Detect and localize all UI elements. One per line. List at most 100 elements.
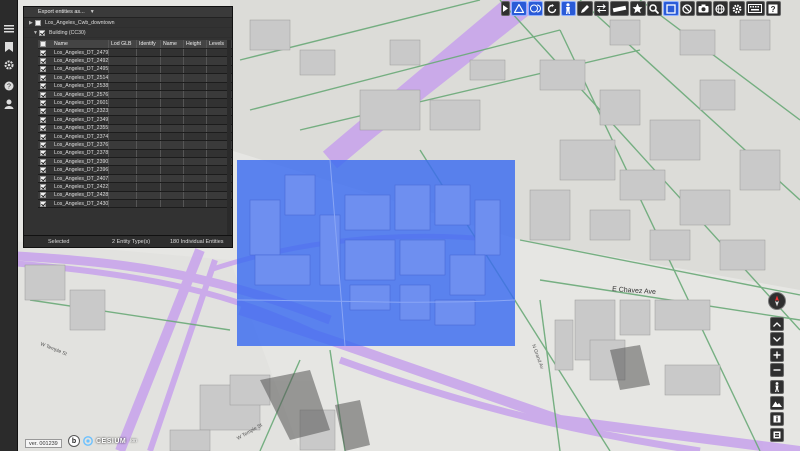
svg-text:?: ? [771,5,776,14]
table-row[interactable]: Los_Angeles_DT_2576 [38,90,232,100]
globe-icon[interactable] [712,1,728,16]
row-checkbox[interactable] [40,125,46,132]
column-header[interactable]: Identify [136,40,160,48]
keyboard-icon[interactable] [745,1,765,16]
table-scrollbar[interactable] [227,40,231,235]
pedestrian-icon[interactable] [770,380,784,394]
triangle-icon[interactable] [511,1,527,16]
info-icon[interactable] [770,412,784,426]
play-icon[interactable] [501,1,510,16]
table-row[interactable]: Los_Angeles_DT_2538 [38,82,232,91]
menu-icon[interactable] [2,22,16,36]
row-checkbox[interactable] [40,49,46,56]
entity-types-count: 2 Entity Type(s) [112,238,151,245]
row-checkbox[interactable] [40,108,46,115]
row-name: Los_Angeles_DT_2576 [54,91,108,98]
row-checkbox[interactable] [40,183,46,190]
row-checkbox[interactable] [40,167,46,174]
star-icon[interactable] [630,1,646,16]
layer-checkbox[interactable] [39,29,45,36]
camera-icon[interactable] [696,1,712,16]
column-header[interactable]: Height [183,40,206,48]
help-icon[interactable]: ? [2,79,16,93]
swap-icon[interactable] [593,1,609,16]
table-row[interactable]: Los_Angeles_DT_2407 [38,174,232,184]
ruler-icon[interactable] [610,1,629,16]
layer-checkbox[interactable] [35,19,41,26]
selection-status-bar: Selected 2 Entity Type(s) 180 Individual… [24,235,232,247]
column-header[interactable]: Lod GLB [108,40,136,48]
layer-name: Building (CC30) [49,29,86,36]
tilt-up-icon[interactable] [770,317,784,331]
row-checkbox[interactable] [40,74,46,81]
row-name: Los_Angeles_DT_2430 [54,200,108,207]
cesium-logo-text: CESIUM [96,437,127,445]
cesium-logo-icon [83,436,93,446]
row-name: Los_Angeles_DT_2390 [54,158,108,165]
select-box-icon[interactable] [663,1,679,16]
cancel-icon[interactable] [679,1,695,16]
export-dropdown[interactable]: Export entities as... ▼ [24,7,232,18]
row-checkbox[interactable] [40,175,46,182]
row-checkbox[interactable] [40,158,46,165]
gear-icon[interactable] [2,58,16,72]
row-checkbox[interactable] [40,150,46,157]
entity-count: 180 Individual Entities [170,238,224,245]
compass-icon[interactable] [768,292,786,310]
row-name: Los_Angeles_DT_2428 [54,192,108,199]
table-row[interactable]: Los_Angeles_DT_2479 [38,49,232,58]
row-checkbox[interactable] [40,133,46,140]
row-name: Los_Angeles_DT_2355 [54,125,108,132]
table-row[interactable]: Los_Angeles_DT_2396 [38,166,232,175]
table-row[interactable]: Los_Angeles_DT_2323 [38,107,232,117]
bookmark-icon[interactable] [2,40,16,54]
tilt-down-icon[interactable] [770,332,784,346]
row-checkbox[interactable] [40,91,46,98]
rotate-icon[interactable] [544,1,560,16]
table-header: Name Lod GLB Identify Name Height Levels [38,40,232,49]
row-checkbox[interactable] [40,100,46,107]
layer-row-building[interactable]: ▼ Building (CC30) [24,28,232,38]
help-icon[interactable]: ? [765,1,781,16]
table-row[interactable]: Los_Angeles_DT_2422 [38,183,232,192]
zoom-out-icon[interactable] [770,363,784,377]
cesium-logo[interactable]: b CESIUM ion [68,435,137,447]
layer-row-downtown[interactable]: ▶ Los_Angeles_Cwb_downtown [24,18,232,28]
table-row[interactable]: Los_Angeles_DT_2601 [38,99,232,108]
table-row[interactable]: Los_Angeles_DT_2355 [38,124,232,133]
terrain-icon[interactable] [770,396,784,410]
user-icon[interactable] [2,97,16,111]
table-row[interactable]: Los_Angeles_DT_2376 [38,141,232,150]
table-row[interactable]: Los_Angeles_DT_2378 [38,149,232,159]
row-checkbox[interactable] [40,141,46,148]
table-row[interactable]: Los_Angeles_DT_2428 [38,191,232,201]
table-row[interactable]: Los_Angeles_DT_2492 [38,57,232,66]
row-name: Los_Angeles_DT_2492 [54,58,108,65]
search-icon[interactable] [646,1,662,16]
column-header[interactable]: Name [52,41,108,47]
row-checkbox[interactable] [40,66,46,73]
row-checkbox[interactable] [40,58,46,65]
person-icon[interactable] [560,1,576,16]
gear-icon[interactable] [729,1,745,16]
row-checkbox[interactable] [40,192,46,199]
pencil-icon[interactable] [577,1,593,16]
row-checkbox[interactable] [40,116,46,123]
layers-toggle-icon[interactable] [527,1,543,16]
row-checkbox[interactable] [40,83,46,90]
table-row[interactable]: Los_Angeles_DT_2349 [38,116,232,125]
column-header[interactable]: Levels [206,40,228,48]
table-row[interactable]: Los_Angeles_DT_2374 [38,132,232,142]
zoom-in-icon[interactable] [770,348,784,362]
selected-label: Selected [48,238,70,245]
layers-list-icon[interactable] [770,428,784,442]
select-all-checkbox[interactable] [40,41,46,47]
row-checkbox[interactable] [40,200,46,207]
table-row[interactable]: Los_Angeles_DT_2430 [38,200,232,209]
table-row[interactable]: Los_Angeles_DT_2390 [38,158,232,167]
row-name: Los_Angeles_DT_2601 [54,100,108,107]
column-header[interactable]: Name [160,40,183,48]
row-name: Los_Angeles_DT_2378 [54,150,108,157]
table-row[interactable]: Los_Angeles_DT_2514 [38,74,232,83]
table-row[interactable]: Los_Angeles_DT_2495 [38,65,232,75]
